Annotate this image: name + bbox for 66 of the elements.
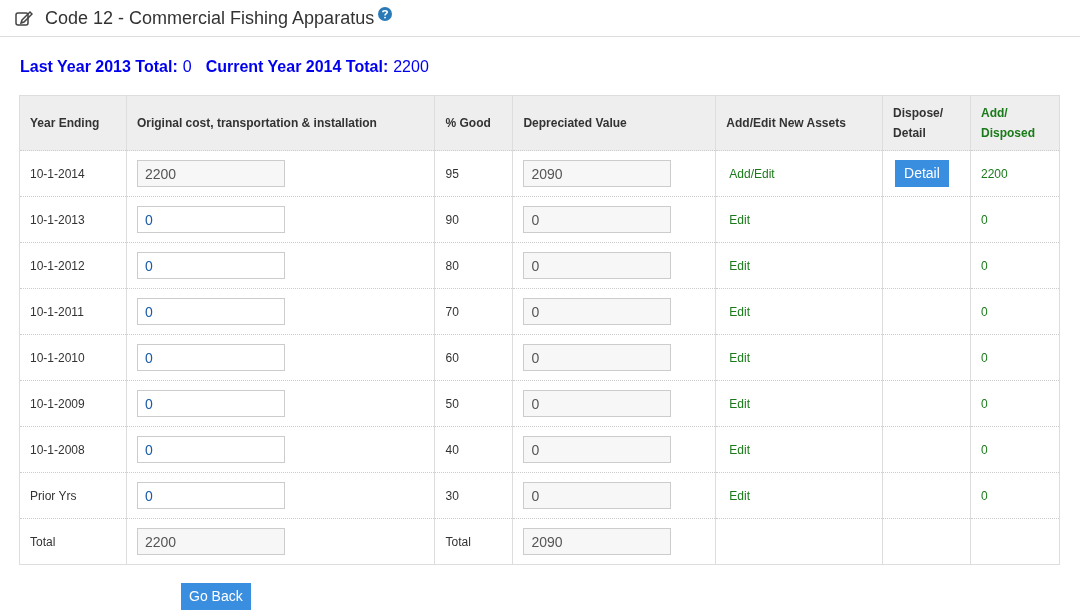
edit-link[interactable]: Edit xyxy=(729,258,750,273)
page-title: Code 12 - Commercial Fishing Apparatus xyxy=(45,6,375,30)
year-cell: 10-1-2008 xyxy=(30,442,85,457)
edit-link[interactable]: Edit xyxy=(729,212,750,227)
input-field[interactable]: 0 xyxy=(523,482,672,509)
percent-cell: 30 xyxy=(445,488,459,503)
year-cell: 10-1-2011 xyxy=(30,304,84,319)
column-header: Dispose/ Detail xyxy=(882,95,971,151)
edit-link[interactable]: Edit xyxy=(729,396,750,411)
amount-cell: 0 xyxy=(981,442,988,457)
amount-cell: 0 xyxy=(981,488,988,503)
percent-cell: 50 xyxy=(445,396,459,411)
column-header: Depreciated Value xyxy=(512,95,716,151)
year-cell: 10-1-2010 xyxy=(30,350,85,365)
edit-link[interactable]: Edit xyxy=(729,442,750,457)
amount-cell: 2200 xyxy=(981,166,1008,181)
amount-cell: 0 xyxy=(981,258,988,273)
input-field[interactable]: 0 xyxy=(136,344,285,371)
percent-cell: 90 xyxy=(445,212,459,227)
input-field[interactable]: 2200 xyxy=(136,528,285,555)
input-field[interactable]: 0 xyxy=(136,206,285,233)
year-cell: 10-1-2009 xyxy=(30,396,85,411)
amount-cell: 0 xyxy=(981,396,988,411)
input-field[interactable]: 0 xyxy=(523,344,672,371)
edit-icon xyxy=(15,10,33,26)
column-header: Add/ Disposed xyxy=(970,95,1060,151)
total-cell: Total xyxy=(30,534,56,549)
total-value: 0 xyxy=(182,57,192,77)
input-field[interactable]: 0 xyxy=(136,482,285,509)
input-field[interactable]: 0 xyxy=(136,436,285,463)
input-field[interactable]: 0 xyxy=(136,252,285,279)
percent-cell: 40 xyxy=(445,442,459,457)
amount-cell: 0 xyxy=(981,350,988,365)
percent-cell: 60 xyxy=(445,350,459,365)
percent-cell: 95 xyxy=(445,166,459,181)
amount-cell: 0 xyxy=(981,212,988,227)
input-field[interactable]: 0 xyxy=(523,252,672,279)
input-field[interactable]: 0 xyxy=(523,206,672,233)
amount-cell: 0 xyxy=(981,304,988,319)
total-label: Current Year 2014 Total: xyxy=(205,57,389,77)
input-field[interactable]: 2200 xyxy=(136,160,285,187)
percent-cell: 80 xyxy=(445,258,459,273)
input-field[interactable]: 0 xyxy=(523,298,672,325)
input-field[interactable]: 2090 xyxy=(523,528,672,555)
help-icon[interactable] xyxy=(378,7,393,21)
column-header: Year Ending xyxy=(19,95,127,151)
column-header: Add/Edit New Assets xyxy=(715,95,883,151)
column-header: % Good xyxy=(435,95,513,151)
edit-link[interactable]: Edit xyxy=(729,488,750,503)
year-cell: 10-1-2013 xyxy=(30,212,85,227)
percent-cell: 70 xyxy=(445,304,459,319)
total-label: Last Year 2013 Total: xyxy=(20,57,178,77)
total-cell: Total xyxy=(445,534,471,549)
edit-link[interactable]: Edit xyxy=(729,304,750,319)
year-cell: 10-1-2014 xyxy=(30,166,85,181)
edit-link[interactable]: Add/Edit xyxy=(729,166,775,181)
input-field[interactable]: 0 xyxy=(523,390,672,417)
input-field[interactable]: 2090 xyxy=(523,160,672,187)
input-field[interactable]: 0 xyxy=(136,298,285,325)
column-header: Original cost, transportation & installation xyxy=(126,95,435,151)
input-field[interactable]: 0 xyxy=(136,390,285,417)
year-cell: 10-1-2012 xyxy=(30,258,85,273)
total-value: 2200 xyxy=(393,57,429,77)
year-cell: Prior Yrs xyxy=(30,488,77,503)
input-field[interactable]: 0 xyxy=(523,436,672,463)
edit-link[interactable]: Edit xyxy=(729,350,750,365)
